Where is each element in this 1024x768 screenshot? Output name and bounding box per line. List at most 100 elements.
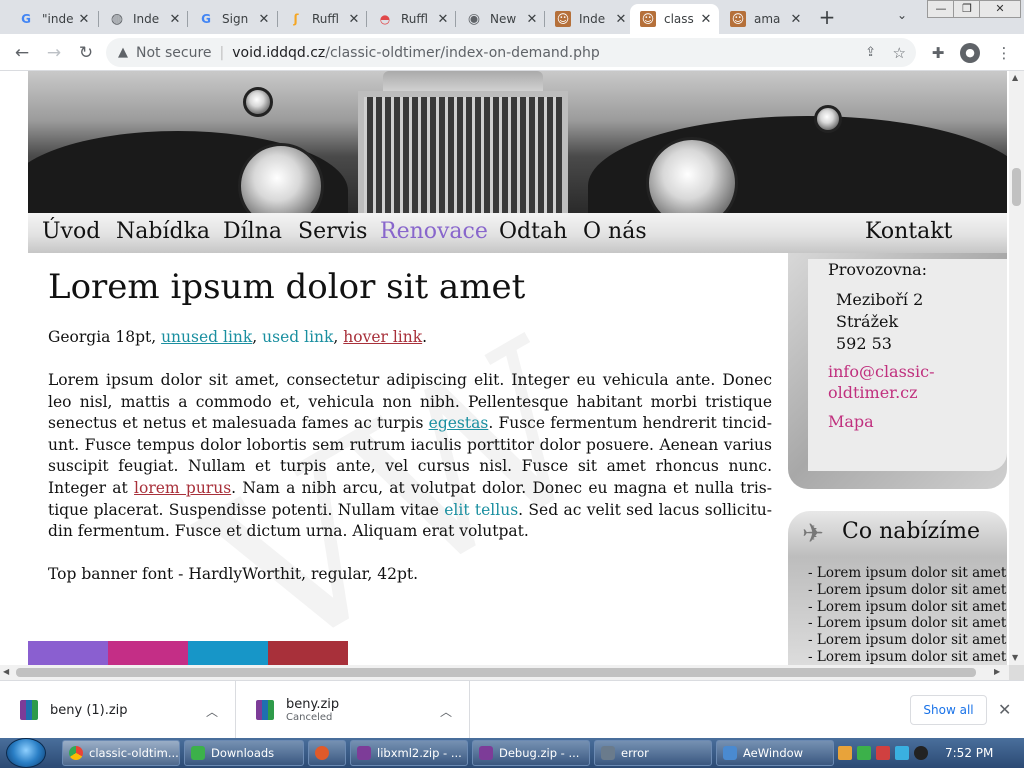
face-icon: ☺ [640,11,656,27]
taskbar-item-chrome[interactable]: classic-oldtim... [62,740,180,766]
media-player-icon [315,746,329,760]
swatch-cyan [188,641,268,665]
page-title: Lorem ipsum dolor sit amet [48,267,526,307]
ruffle-icon: ◓ [379,12,391,26]
close-icon[interactable]: ✕ [525,12,539,27]
elit-tellus-link[interactable]: elit tellus [444,501,518,519]
chevron-up-icon[interactable]: ︿ [206,703,218,720]
map-link[interactable]: Mapa [828,411,874,432]
close-icon[interactable]: ✕ [168,12,182,27]
share-icon[interactable]: ⇪ [865,45,876,60]
extensions-puzzle-icon[interactable]: ✚ [926,41,950,65]
horizontal-scroll-thumb[interactable] [16,668,976,677]
scroll-down-arrow-icon[interactable]: ▼ [1012,653,1018,662]
email-link-line2[interactable]: oldtimer.cz [828,382,918,403]
tab-0[interactable]: G "inde ✕ [8,4,97,34]
taskbar-item-media[interactable] [308,740,346,766]
intro-paragraph: Georgia 18pt, unused link, used link, ho… [48,327,768,349]
tray-security-icon[interactable] [857,746,871,760]
chrome-icon [69,746,83,760]
windows-taskbar: classic-oldtim... Downloads libxml2.zip … [0,738,1024,768]
taskbar-item-error[interactable]: error [594,740,712,766]
lorem-purus-link[interactable]: lorem purus [134,479,231,497]
address-bar[interactable]: ▲ Not secure | void.iddqd.cz/classic-old… [106,38,916,67]
nav-item-kontakt[interactable]: Kontakt [865,219,952,244]
scroll-left-arrow-icon[interactable]: ◀ [3,667,9,676]
profile-avatar-icon[interactable]: ● [960,43,980,63]
tab-6[interactable]: ☺ Inde ✕ [545,4,634,34]
nav-item-dilna[interactable]: Dílna [223,219,282,244]
close-icon[interactable]: ✕ [77,12,91,27]
vertical-scrollbar[interactable]: ▲ ▼ [1009,71,1024,665]
console-icon [601,746,615,760]
scroll-right-arrow-icon[interactable]: ▶ [994,667,1000,676]
tab-1[interactable]: ◍ Inde ✕ [99,4,188,34]
tab-8[interactable]: ☺ ama ✕ [720,4,809,34]
chevron-up-icon[interactable]: ︿ [440,703,452,720]
close-icon[interactable]: ✕ [257,12,271,27]
tab-2[interactable]: G Sign ✕ [188,4,277,34]
taskbar-item-debug[interactable]: Debug.zip - ... [472,740,590,766]
hover-link[interactable]: hover link [343,328,422,346]
close-icon[interactable]: ✕ [789,12,803,27]
tray-volume-icon[interactable] [914,746,928,760]
winrar-archive-icon [256,700,274,720]
url-path[interactable]: /classic-oldtimer/index-on-demand.php [325,45,600,61]
offer-list: - Lorem ipsum dolor sit amet - Lorem ips… [808,565,1006,665]
reload-icon[interactable]: ↻ [74,41,98,65]
nav-item-renovace[interactable]: Renovace [380,219,488,244]
close-icon[interactable]: ✕ [614,12,628,27]
taskbar-item-aewindow[interactable]: AeWindow [716,740,834,766]
taskbar-item-downloads[interactable]: Downloads [184,740,304,766]
kebab-menu-icon[interactable]: ⋮ [992,41,1016,65]
security-label[interactable]: Not secure [136,45,212,61]
nav-item-odtah[interactable]: Odtah [499,219,567,244]
nav-item-o-nas[interactable]: O nás [583,219,647,244]
tray-app-icon[interactable] [838,746,852,760]
show-all-button[interactable]: Show all [910,695,987,725]
url-host[interactable]: void.iddqd.cz [232,45,325,61]
scroll-up-arrow-icon[interactable]: ▲ [1012,73,1018,82]
horizontal-scrollbar[interactable]: ◀ ▶ [0,665,1009,680]
email-link-line1[interactable]: info@classic- [828,361,935,382]
nav-item-nabidka[interactable]: Nabídka [116,219,210,244]
close-icon[interactable]: ✕ [998,700,1011,719]
tab-7-active[interactable]: ☺ class ✕ [630,4,719,34]
vertical-scroll-thumb[interactable] [1012,168,1021,206]
website: Úvod Nabídka Dílna Servis Renovace Odtah… [28,71,1007,665]
bookmark-star-icon[interactable]: ☆ [893,44,906,62]
nav-item-servis[interactable]: Servis [298,219,367,244]
tab-5[interactable]: ◉ New ✕ [456,4,545,34]
new-tab-button[interactable]: + [816,6,838,28]
sidebar: Provozovna: Meziboří 2 Strážek 592 53 in… [788,253,1007,665]
egestas-link[interactable]: egestas [429,414,489,432]
taskbar-item-libxml2[interactable]: libxml2.zip - ... [350,740,468,766]
chevron-down-icon[interactable]: ⌄ [897,8,907,22]
list-item: - Lorem ipsum dolor sit amet [808,598,1007,615]
download-item-beny[interactable]: beny.zip Canceled ︿ [236,681,470,739]
swatch-purple [28,641,108,665]
minimize-button[interactable]: — [927,0,955,18]
used-link[interactable]: used link [262,328,333,346]
start-button[interactable] [6,738,46,768]
tab-3[interactable]: ʃ Ruffl ✕ [278,4,367,34]
system-tray: 7:52 PM [838,738,1024,768]
tray-network-icon[interactable] [895,746,909,760]
tray-alert-icon[interactable] [876,746,890,760]
restore-button[interactable]: ❐ [953,0,981,18]
window-close-button[interactable]: ✕ [979,0,1021,18]
back-arrow-icon[interactable]: ← [10,41,34,65]
tab-title: "inde [42,12,74,26]
close-icon[interactable]: ✕ [699,12,713,27]
forward-arrow-icon[interactable]: → [42,41,66,65]
close-icon[interactable]: ✕ [436,12,450,27]
close-icon[interactable]: ✕ [347,12,361,27]
tab-4[interactable]: ◓ Ruffl ✕ [367,4,456,34]
unused-link[interactable]: unused link [161,328,252,346]
warning-icon[interactable]: ▲ [118,45,128,60]
clock[interactable]: 7:52 PM [945,746,993,760]
download-item-beny-1[interactable]: beny (1).zip ︿ [0,681,236,739]
nav-item-uvod[interactable]: Úvod [42,219,100,244]
address-line: Meziboří 2 [836,290,924,309]
list-item: - Lorem ipsum dolor sit amet [808,615,1007,632]
